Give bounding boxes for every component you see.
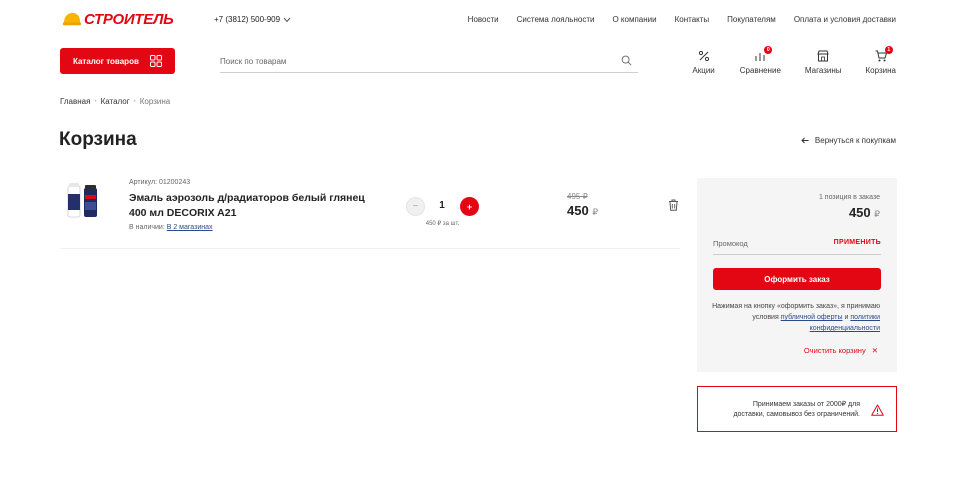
clear-cart-button[interactable]: Очистить корзину ✕ (804, 346, 878, 355)
chevron-down-icon (283, 17, 291, 22)
breadcrumb: Главная • Каталог • Корзина (60, 97, 170, 106)
breadcrumb-catalog[interactable]: Каталог (101, 97, 130, 106)
close-icon: ✕ (871, 346, 878, 355)
unit-price: 450 ₽ за шт. (425, 221, 460, 227)
apply-promo-button[interactable]: ПРИМЕНИТЬ (834, 239, 881, 246)
search-icon[interactable] (621, 55, 632, 66)
nav-loyalty[interactable]: Система лояльности (517, 15, 595, 24)
search-input[interactable] (220, 52, 638, 70)
phone-number[interactable]: +7 (3812) 500-909 (214, 15, 291, 24)
header-toolbar: Акции 0 Сравнение Магазины 1 Корзина (692, 46, 896, 75)
quantity-decrease-button[interactable]: − (406, 197, 425, 216)
warning-icon (871, 404, 884, 416)
quantity-increase-button[interactable]: + (460, 197, 479, 216)
search-bar (220, 52, 638, 73)
availability-stores-link[interactable]: В 2 магазинах (167, 224, 213, 231)
helmet-logo-icon (62, 12, 81, 26)
terms-note: Нажимая на кнопку «оформить заказ», я пр… (712, 303, 880, 332)
product-name[interactable]: Эмаль аэрозоль д/радиаторов белый глянец… (129, 191, 379, 221)
catalog-button[interactable]: Каталог товаров (60, 48, 175, 74)
page-title: Корзина (59, 129, 137, 150)
old-price: 495 ₽ (567, 192, 588, 201)
trash-icon[interactable] (668, 199, 679, 211)
breadcrumb-separator: • (94, 98, 97, 105)
promotions-link[interactable]: Акции (692, 50, 715, 75)
cart-link[interactable]: 1 Корзина (866, 46, 896, 75)
promo-code-input[interactable] (713, 235, 823, 251)
catalog-button-label: Каталог товаров (73, 56, 139, 66)
delivery-notice: Принимаем заказы от 2000₽ для доставки, … (697, 386, 897, 432)
product-availability: В наличии: В 2 магазинах (129, 224, 213, 231)
breadcrumb-home[interactable]: Главная (60, 97, 90, 106)
top-navigation: Новости Система лояльности О компании Ко… (468, 15, 896, 24)
item-price: 450 ₽ (567, 203, 599, 218)
product-image[interactable] (62, 180, 104, 218)
quantity-value: 1 (439, 200, 445, 211)
cart-item: Артикул: 01200243 Эмаль аэрозоль д/радиа… (60, 176, 680, 249)
breadcrumb-current: Корзина (139, 97, 171, 106)
product-article: Артикул: 01200243 (129, 179, 191, 186)
compare-badge: 0 (764, 46, 773, 54)
delivery-notice-text: Принимаем заказы от 2000₽ для доставки, … (733, 401, 860, 418)
summary-item-count: 1 позиция в заказе (818, 194, 880, 201)
breadcrumb-separator: • (133, 98, 136, 105)
promo-code-field: ПРИМЕНИТЬ (713, 235, 881, 255)
percent-icon (698, 50, 709, 62)
compare-link[interactable]: 0 Сравнение (740, 46, 781, 75)
nav-customers[interactable]: Покупателям (727, 15, 776, 24)
summary-total: 450 ₽ (848, 205, 880, 220)
nav-about[interactable]: О компании (612, 15, 656, 24)
nav-contacts[interactable]: Контакты (675, 15, 710, 24)
back-to-shopping-link[interactable]: Вернуться к покупкам (801, 136, 896, 145)
nav-news[interactable]: Новости (468, 15, 499, 24)
grid-icon (150, 55, 162, 67)
store-icon (817, 50, 829, 62)
stores-link[interactable]: Магазины (805, 50, 842, 75)
logo[interactable]: СТРОИТЕЛЬ (62, 10, 174, 29)
cart-badge: 1 (884, 46, 893, 54)
nav-payment-delivery[interactable]: Оплата и условия доставки (794, 15, 896, 24)
checkout-button[interactable]: Оформить заказ (713, 268, 881, 290)
arrow-left-icon (801, 137, 809, 144)
logo-text: СТРОИТЕЛЬ (84, 11, 174, 28)
order-summary: 1 позиция в заказе 450 ₽ ПРИМЕНИТЬ Оформ… (697, 178, 897, 372)
public-offer-link[interactable]: публичной оферты (781, 314, 843, 321)
